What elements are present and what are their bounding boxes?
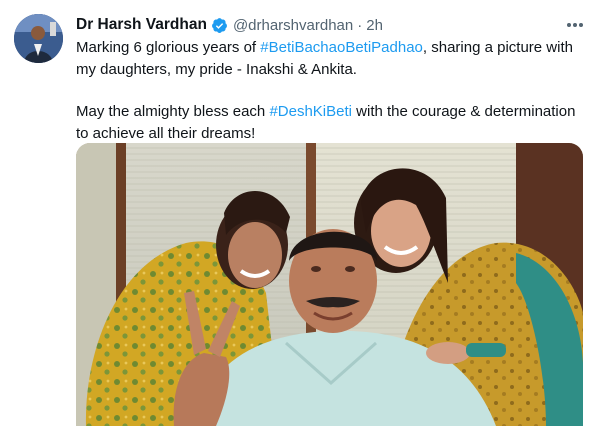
- hashtag-link[interactable]: #BetiBachaoBetiPadhao: [260, 39, 423, 56]
- photo-image: [76, 143, 583, 426]
- author-handle[interactable]: @drharshvardhan: [233, 17, 353, 34]
- header-separator: ·: [357, 16, 363, 34]
- text-segment: Marking 6 glorious years of: [76, 39, 261, 56]
- tweet-header: Dr Harsh Vardhan @drharshvardhan · 2h: [76, 14, 383, 36]
- tweet-timestamp[interactable]: 2h: [366, 17, 383, 34]
- tweet-paragraph-2: May the almighty bless each #DeshKiBeti …: [76, 101, 592, 144]
- verified-badge-icon: [211, 17, 228, 34]
- avatar-image: [14, 14, 63, 63]
- text-segment: May the almighty bless each: [76, 103, 270, 120]
- avatar[interactable]: [14, 14, 63, 63]
- tweet-paragraph-1: Marking 6 glorious years of #BetiBachaoB…: [76, 37, 592, 80]
- tweet-photo[interactable]: [76, 143, 583, 426]
- more-horizontal-icon[interactable]: [562, 14, 588, 36]
- tweet[interactable]: Dr Harsh Vardhan @drharshvardhan · 2h Ma…: [0, 0, 604, 426]
- hashtag-link[interactable]: #DeshKiBeti: [269, 103, 352, 120]
- tweet-text: Marking 6 glorious years of #BetiBachaoB…: [76, 37, 592, 144]
- author-name[interactable]: Dr Harsh Vardhan: [76, 16, 207, 34]
